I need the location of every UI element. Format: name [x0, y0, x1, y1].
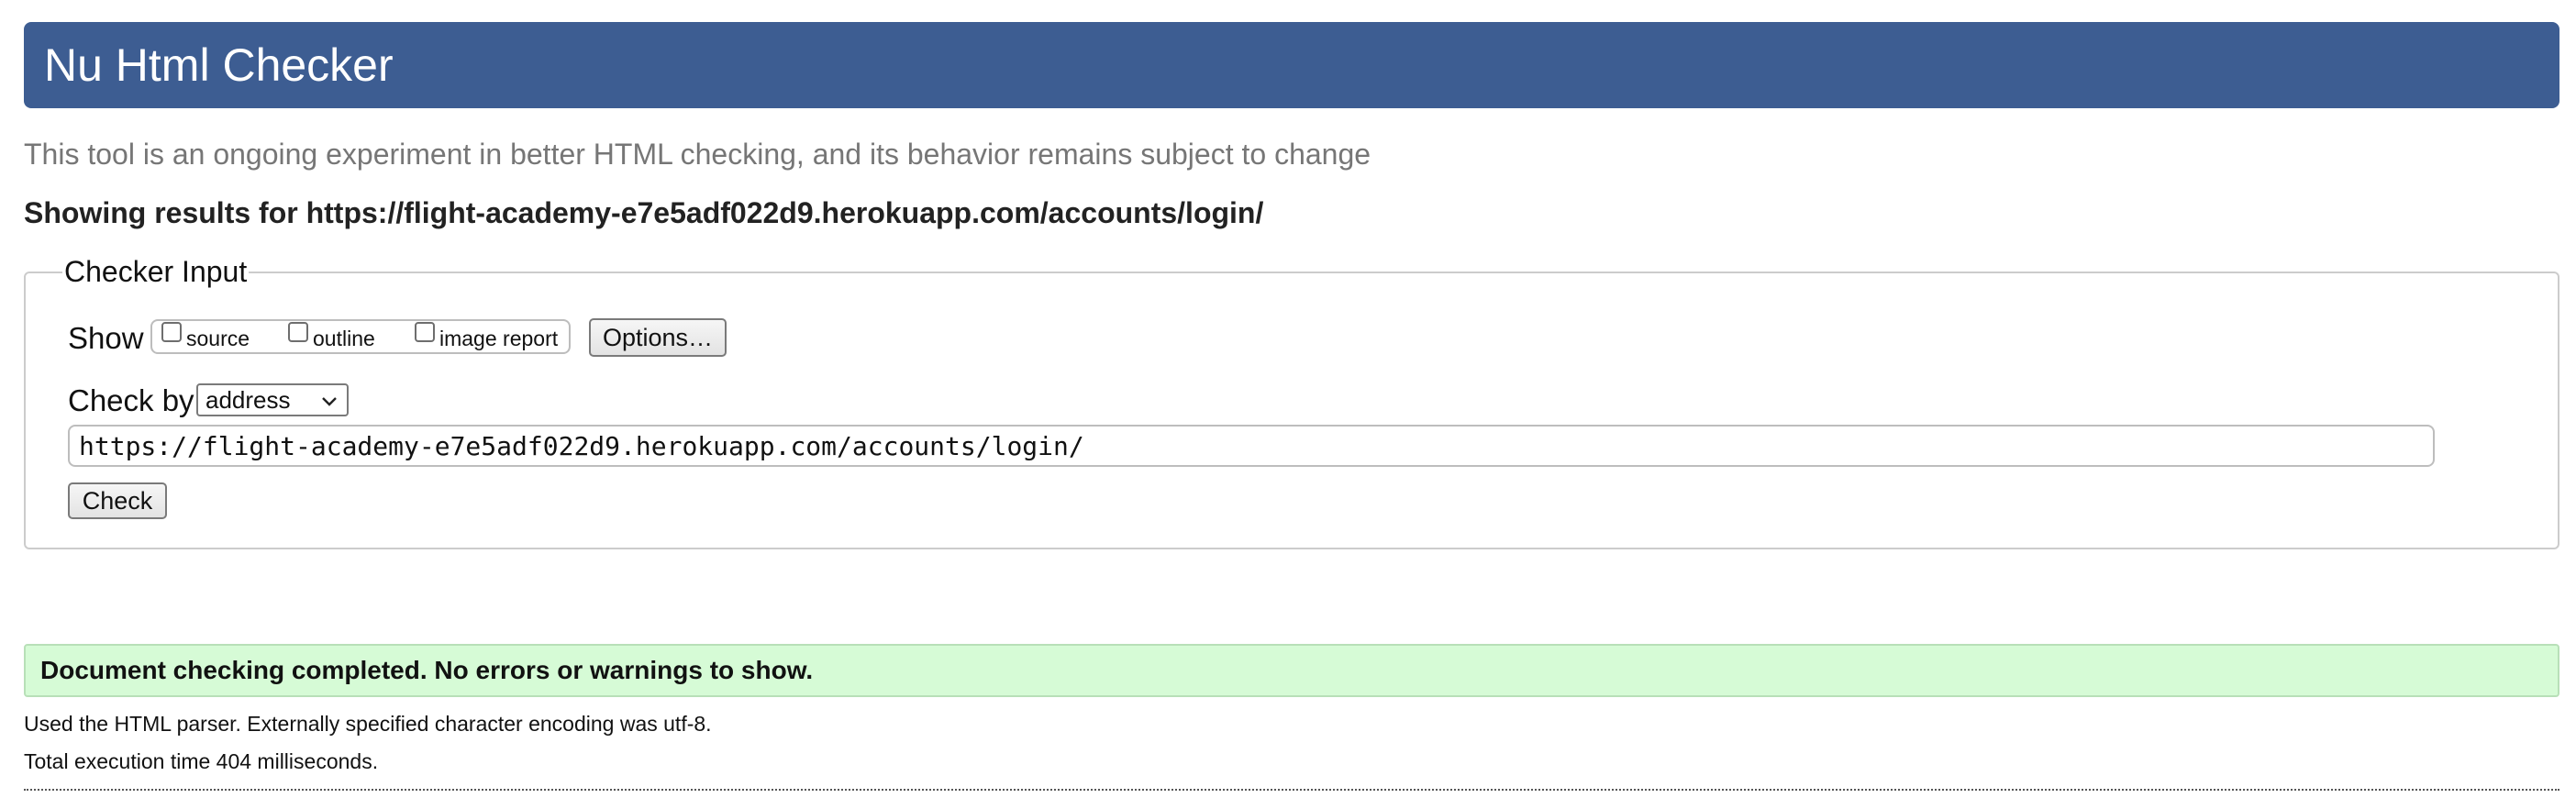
checker-input-legend: Checker Input [62, 255, 250, 289]
url-input[interactable]: https://flight-academy-e7e5adf022d9.hero… [68, 425, 2435, 467]
page-title: Nu Html Checker [44, 39, 394, 91]
check-button[interactable]: Check [68, 482, 167, 519]
show-options-group: source outline image report [150, 319, 571, 354]
options-button[interactable]: Options… [589, 318, 727, 357]
image-report-checkbox[interactable] [415, 321, 435, 342]
app-header: Nu Html Checker [24, 22, 2559, 108]
results-heading: Showing results for https://flight-acade… [24, 196, 1264, 229]
outline-checkbox[interactable] [288, 321, 308, 342]
execution-time-info: Total execution time 404 milliseconds. [24, 749, 379, 773]
image-report-checkbox-label[interactable]: image report [439, 327, 558, 351]
parser-info: Used the HTML parser. Externally specifi… [24, 712, 712, 736]
outline-checkbox-label[interactable]: outline [313, 327, 375, 351]
success-message: Document checking completed. No errors o… [24, 644, 2559, 697]
checker-input-fieldset: Checker Input Show source outline image … [24, 255, 2559, 549]
show-option-outline[interactable]: outline [288, 321, 375, 351]
chevron-down-icon [319, 389, 339, 417]
check-by-label: Check by [68, 383, 194, 417]
check-by-selected-value: address [205, 385, 291, 414]
tagline: This tool is an ongoing experiment in be… [24, 138, 1371, 171]
check-by-select[interactable]: address [196, 383, 349, 416]
divider [24, 789, 2559, 791]
show-option-image-report[interactable]: image report [415, 321, 558, 351]
show-option-source[interactable]: source [161, 321, 250, 351]
source-checkbox[interactable] [161, 321, 182, 342]
source-checkbox-label[interactable]: source [186, 327, 250, 351]
show-label: Show [68, 321, 144, 355]
